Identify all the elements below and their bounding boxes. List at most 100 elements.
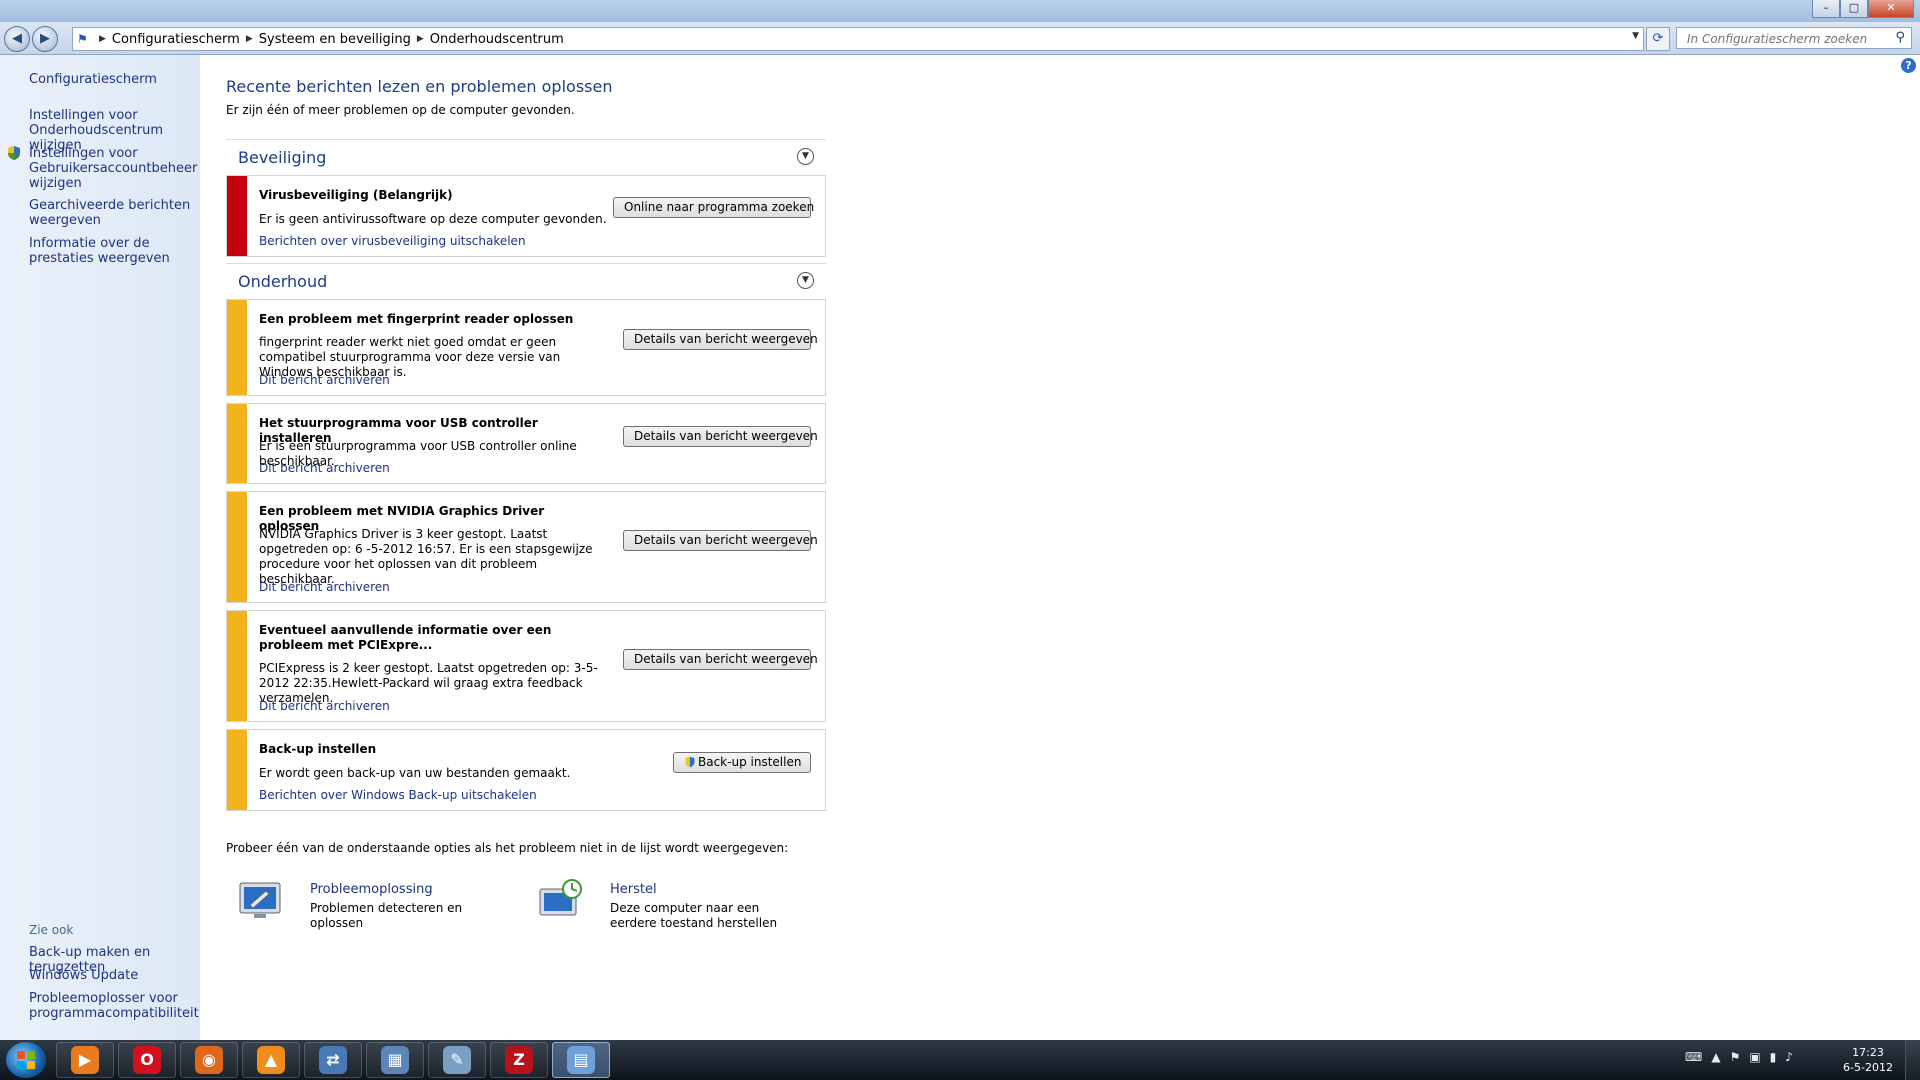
breadcrumb-separator-icon[interactable]: ▶ [415, 34, 426, 44]
uac-shield-icon [685, 756, 695, 768]
section-maintenance-header[interactable]: Onderhoud ▼ [226, 263, 826, 294]
sidebar-link-control-panel[interactable]: Configuratiescherm [29, 72, 194, 87]
page-subtitle: Er zijn één of meer problemen op de comp… [226, 103, 575, 117]
see-also-compatibility-troubleshooter[interactable]: Probleemoplosser voor programmacompatibi… [29, 991, 199, 1021]
keyboard-tray-icon[interactable]: ⌨ [1685, 1050, 1702, 1064]
recovery-icon [539, 879, 582, 916]
archive-message-link[interactable]: Dit bericht archiveren [259, 373, 390, 387]
option-title[interactable]: Probleemoplossing [310, 882, 433, 897]
network-tool-icon: ⇄ [319, 1046, 347, 1074]
archive-message-link[interactable]: Dit bericht archiveren [259, 699, 390, 713]
find-program-online-button[interactable]: Online naar programma zoeken [613, 197, 814, 218]
sidebar-link-performance-info[interactable]: Informatie over de prestaties weergeven [29, 236, 194, 266]
taskbar-control-panel[interactable]: ▤ [552, 1042, 610, 1078]
taskbar: ▶ O ◉ ▲ ⇄ ▦ ✎ Z ▤ ⌨ ▲ ⚑ ▣ ▮ ♪ 17:23 6-5-2012 [0, 1040, 1920, 1080]
troubleshooting-icon [239, 882, 281, 918]
navigation-bar: ◀ ▶ ⚑ ▶ Configuratiescherm ▶ Systeem en … [0, 22, 1920, 55]
minimize-button[interactable]: – [1812, 0, 1840, 18]
option-recovery[interactable]: Herstel Deze computer naar een eerdere t… [538, 879, 808, 939]
taskbar-filezilla[interactable]: Z [490, 1042, 548, 1078]
taskbar-print-tool[interactable]: ▦ [366, 1042, 424, 1078]
search-box[interactable]: ⚲ [1676, 27, 1912, 49]
disable-backup-messages-link[interactable]: Berichten over Windows Back-up uitschake… [259, 788, 537, 802]
back-button[interactable]: ◀ [4, 26, 30, 52]
archive-message-link[interactable]: Dit bericht archiveren [259, 580, 390, 594]
section-security-header[interactable]: Beveiliging ▼ [226, 139, 826, 170]
view-message-details-button[interactable]: Details van bericht weergeven [623, 426, 818, 447]
collapse-chevron-icon[interactable]: ▼ [797, 148, 814, 165]
firefox-icon: ◉ [195, 1046, 223, 1074]
troubleshoot-hint: Probeer één van de onderstaande opties a… [226, 841, 789, 855]
help-icon[interactable]: ? [1901, 58, 1916, 73]
message-link[interactable]: Berichten over virusbeveiliging uitschak… [259, 234, 526, 248]
taskbar-network-tool[interactable]: ⇄ [304, 1042, 362, 1078]
message-card-backup: Back-up instellen Er wordt geen back-up … [226, 729, 826, 811]
power-tray-icon[interactable]: ▣ [1749, 1050, 1760, 1064]
refresh-button[interactable]: ⟳ [1646, 27, 1670, 51]
clock[interactable]: 17:23 6-5-2012 [1838, 1045, 1898, 1075]
sidebar-link-uac-settings[interactable]: Instellingen voor Gebruikersaccountbehee… [29, 146, 197, 191]
action-center-flag-icon[interactable]: ⚑ [1730, 1050, 1741, 1064]
message-card-fingerprint-reader: Een probleem met fingerprint reader oplo… [226, 299, 826, 396]
opera-icon: O [133, 1046, 161, 1074]
show-hidden-icons-icon[interactable]: ▲ [1711, 1050, 1720, 1064]
close-button[interactable]: ✕ [1868, 0, 1914, 18]
section-title: Beveiliging [238, 148, 327, 167]
taskbar-opera[interactable]: O [118, 1042, 176, 1078]
vlc-icon: ▲ [257, 1046, 285, 1074]
system-tray: ⌨ ▲ ⚑ ▣ ▮ ♪ [1685, 1050, 1793, 1064]
severity-bar-warning [227, 404, 247, 483]
uac-shield-icon [8, 146, 20, 160]
collapse-chevron-icon[interactable]: ▼ [797, 272, 814, 289]
message-title: Virusbeveiliging (Belangrijk) [259, 188, 453, 202]
back-arrow-icon: ◀ [12, 31, 22, 46]
severity-bar-warning [227, 730, 247, 810]
severity-bar-warning [227, 492, 247, 602]
print-tool-icon: ▦ [381, 1046, 409, 1074]
archive-message-link[interactable]: Dit bericht archiveren [259, 461, 390, 475]
view-message-details-button[interactable]: Details van bericht weergeven [623, 329, 818, 350]
taskbar-vlc[interactable]: ▲ [242, 1042, 300, 1078]
refresh-icon: ⟳ [1652, 31, 1664, 46]
address-dropdown-icon[interactable]: ▼ [1632, 31, 1639, 41]
message-description: NVIDIA Graphics Driver is 3 keer gestopt… [259, 527, 593, 586]
taskbar-firefox[interactable]: ◉ [180, 1042, 238, 1078]
network-signal-icon[interactable]: ▮ [1770, 1050, 1777, 1064]
taskbar-media-player[interactable]: ▶ [56, 1042, 114, 1078]
option-troubleshooting[interactable]: Probleemoplossing Problemen detecteren e… [238, 879, 508, 939]
severity-bar-warning [227, 300, 247, 395]
filezilla-icon: Z [505, 1046, 533, 1074]
see-also-windows-update[interactable]: Windows Update [29, 968, 194, 983]
start-button[interactable] [6, 1042, 46, 1078]
message-description: Er wordt geen back-up van uw bestanden g… [259, 766, 571, 780]
option-title[interactable]: Herstel [610, 882, 657, 897]
breadcrumb-separator-icon[interactable]: ▶ [97, 34, 108, 44]
address-bar[interactable]: ⚑ ▶ Configuratiescherm ▶ Systeem en beve… [72, 27, 1644, 51]
search-input[interactable] [1685, 29, 1889, 49]
view-message-details-button[interactable]: Details van bericht weergeven [623, 530, 818, 551]
show-desktop-button[interactable] [1905, 1040, 1920, 1080]
sidebar-link-archived-messages[interactable]: Gearchiveerde berichten weergeven [29, 198, 194, 228]
severity-bar-important [227, 176, 247, 256]
forward-button[interactable]: ▶ [32, 26, 58, 52]
windows-logo-icon [17, 1051, 35, 1069]
search-icon[interactable]: ⚲ [1895, 30, 1905, 45]
see-also-heading: Zie ook [29, 923, 74, 937]
taskbar-paint-tool[interactable]: ✎ [428, 1042, 486, 1078]
message-card-nvidia-driver: Een probleem met NVIDIA Graphics Driver … [226, 491, 826, 603]
maximize-button[interactable]: □ [1840, 0, 1868, 18]
setup-backup-button[interactable]: Back-up instellen [673, 752, 811, 773]
view-message-details-button[interactable]: Details van bericht weergeven [623, 649, 818, 670]
message-card-pciexpress: Eventueel aanvullende informatie over ee… [226, 610, 826, 722]
severity-bar-warning [227, 611, 247, 721]
message-title: Back-up instellen [259, 742, 377, 756]
option-description: Problemen detecteren en oplossen [310, 901, 463, 930]
breadcrumb-system-security[interactable]: Systeem en beveiliging [255, 32, 415, 47]
breadcrumb-control-panel[interactable]: Configuratiescherm [108, 32, 244, 47]
volume-icon[interactable]: ♪ [1785, 1050, 1793, 1064]
message-card-virus-protection: Virusbeveiliging (Belangrijk) Er is geen… [226, 175, 826, 257]
section-title: Onderhoud [238, 272, 328, 291]
breadcrumb-action-center[interactable]: Onderhoudscentrum [426, 32, 568, 47]
breadcrumb-separator-icon[interactable]: ▶ [244, 34, 255, 44]
message-description: Er is geen antivirussoftware op deze com… [259, 212, 607, 226]
